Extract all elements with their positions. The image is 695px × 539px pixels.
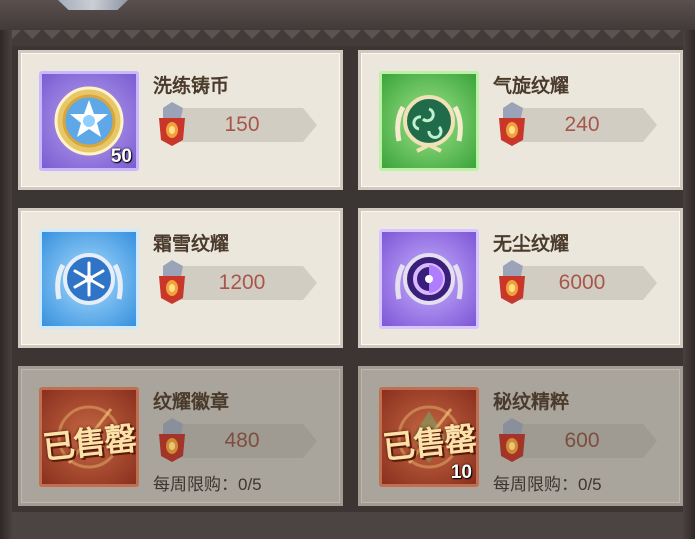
- item-icon-frame: 50: [39, 71, 139, 171]
- item-quantity: 10: [450, 462, 472, 483]
- banner-ornament: [58, 0, 128, 10]
- left-pillar: [0, 30, 12, 539]
- item-price: 240: [564, 113, 600, 136]
- item-price: 1200: [218, 271, 266, 294]
- item-icon-frame: [379, 229, 479, 329]
- item-icon-frame: [39, 229, 139, 329]
- item-name: 无尘纹耀: [493, 234, 570, 255]
- item-icon-frame: [379, 71, 479, 171]
- right-pillar: [683, 30, 695, 539]
- crystal-currency-icon: [159, 102, 185, 146]
- item-price: 6000: [558, 271, 606, 294]
- item-price: 150: [224, 113, 260, 136]
- item-name: 洗练铸币: [153, 76, 230, 97]
- sold-out-stamp: 已售罄: [41, 420, 138, 466]
- shop-item-card-sold-out[interactable]: 已售罄 纹耀徽章 480 每周限购：0/5: [18, 366, 343, 506]
- shop-item-card[interactable]: 无尘纹耀 6000: [358, 208, 683, 348]
- shop-item-card[interactable]: 霜雪纹耀 1200: [18, 208, 343, 348]
- shop-item-card[interactable]: 气旋纹耀 240: [358, 50, 683, 190]
- weekly-limit: 每周限购：0/5: [153, 475, 262, 494]
- void-emblem-icon: [395, 253, 463, 305]
- shop-item-card[interactable]: 50 洗练铸币 150: [18, 50, 343, 190]
- crystal-currency-icon: [159, 418, 185, 462]
- crystal-currency-icon: [499, 102, 525, 146]
- item-name: 秘纹精粹: [493, 392, 570, 413]
- shelf-trim: [12, 30, 683, 46]
- bottom-shelf: [12, 512, 683, 539]
- crystal-currency-icon: [499, 418, 525, 462]
- snowflake-emblem-icon: [55, 253, 123, 305]
- item-name: 霜雪纹耀: [153, 234, 230, 255]
- item-name: 纹耀徽章: [153, 392, 230, 413]
- shop-item-card-sold-out[interactable]: 已售罄 10 秘纹精粹 600 每周限购：0/5: [358, 366, 683, 506]
- sold-out-stamp: 已售罄: [381, 420, 478, 466]
- item-price: 480: [224, 429, 260, 452]
- item-name: 气旋纹耀: [493, 76, 570, 97]
- item-icon-frame: 已售罄 10: [379, 387, 479, 487]
- crystal-currency-icon: [499, 260, 525, 304]
- item-price: 600: [564, 429, 600, 452]
- crystal-currency-icon: [159, 260, 185, 304]
- top-banner: [0, 0, 695, 32]
- item-icon-frame: 已售罄: [39, 387, 139, 487]
- wind-swirl-emblem-icon: [395, 95, 463, 153]
- weekly-limit: 每周限购：0/5: [493, 475, 602, 494]
- item-quantity: 50: [110, 146, 132, 167]
